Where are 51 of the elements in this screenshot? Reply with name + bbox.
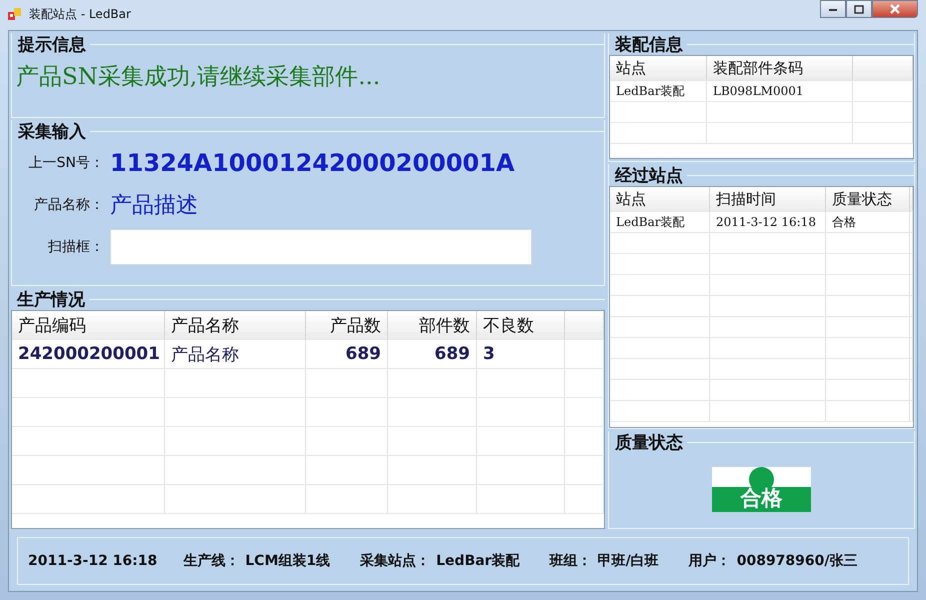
column-header[interactable]: 站点 — [610, 187, 710, 211]
table-cell: 产品名称 — [165, 340, 306, 368]
section-title: 提示信息 — [16, 34, 86, 56]
table-cell: 242000200001 — [12, 340, 165, 368]
column-header[interactable]: 产品数 — [306, 311, 388, 339]
table-cell: LB098LM0001 — [707, 81, 853, 101]
field-value: 11324A10001242000200001A — [110, 149, 515, 177]
section-title: 质量状态 — [614, 432, 683, 454]
app-icon — [8, 7, 22, 21]
table-cell: 合格 — [826, 212, 910, 232]
table-cell: LedBar装配 — [610, 81, 707, 101]
status-value: LCM组装1线 — [245, 552, 330, 570]
field-label: 上一SN号： — [28, 154, 104, 172]
section-title: 装配信息 — [614, 34, 683, 56]
table-cell: 689 — [388, 340, 477, 368]
close-button[interactable] — [872, 0, 918, 18]
status-label: 采集站点： — [360, 552, 430, 570]
window-title: 装配站点 - LedBar — [29, 6, 131, 22]
column-header[interactable]: 产品编码 — [12, 311, 165, 339]
section-title: 经过站点 — [614, 164, 683, 186]
minimize-button[interactable] — [820, 0, 846, 18]
status-message: 产品SN采集成功,请继续采集部件... — [15, 63, 382, 92]
status-label: 生产线： — [183, 552, 240, 570]
scan-input-field[interactable] — [110, 229, 532, 265]
field-label: 产品名称： — [33, 196, 104, 214]
section-title: 采集输入 — [17, 120, 86, 142]
status-datetime: 2011-3-12 16:18 — [28, 553, 158, 569]
field-label: 扫描框： — [47, 238, 104, 256]
field-value: 产品描述 — [110, 192, 198, 220]
table-cell: 2011-3-12 16:18 — [710, 212, 826, 232]
column-header[interactable]: 产品名称 — [165, 311, 306, 339]
column-header[interactable]: 扫描时间 — [710, 187, 826, 211]
column-header[interactable]: 质量状态 — [826, 187, 910, 211]
column-header[interactable]: 不良数 — [477, 311, 565, 339]
maximize-icon — [854, 4, 864, 14]
table-cell: 3 — [477, 340, 565, 368]
quality-badge: 合格 — [712, 467, 811, 512]
close-icon — [889, 4, 901, 14]
table-cell: LedBar装配 — [610, 212, 710, 232]
status-value: LedBar装配 — [436, 552, 520, 570]
status-value: 008978960/张三 — [736, 552, 858, 570]
status-value: 甲班/白班 — [598, 552, 659, 570]
column-header[interactable]: 部件数 — [388, 311, 477, 339]
column-header[interactable]: 装配部件条码 — [707, 56, 853, 80]
column-header[interactable]: 站点 — [610, 56, 707, 80]
minimize-icon — [828, 6, 838, 12]
table-cell: 689 — [306, 340, 388, 368]
status-label: 班组： — [550, 552, 592, 570]
status-label: 用户： — [688, 552, 731, 570]
section-title: 生产情况 — [16, 288, 85, 310]
maximize-button[interactable] — [846, 0, 872, 18]
